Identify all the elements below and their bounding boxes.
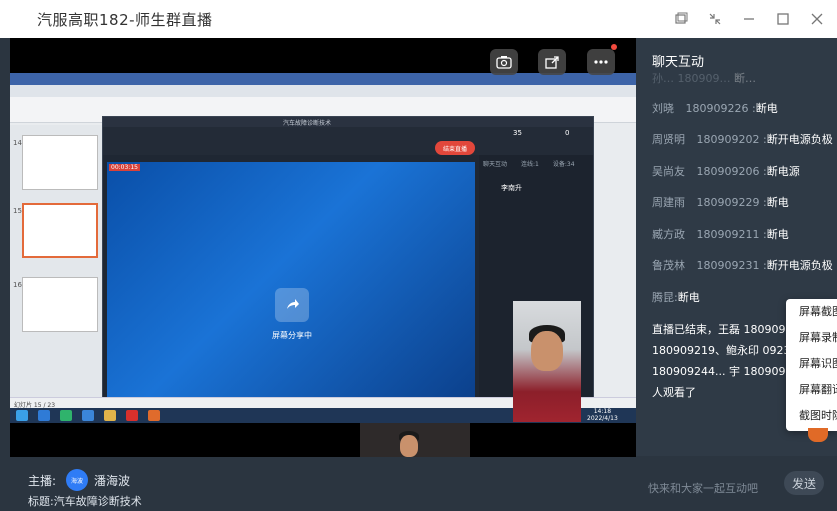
chat-sender-id: 180909202 — [696, 133, 760, 146]
slides-pane: 14 15 16 — [10, 125, 102, 397]
window-controls — [673, 0, 825, 38]
inner-tab: 连线:1 — [521, 161, 539, 168]
host-info: 主播: 海波 潘海波 — [28, 469, 130, 491]
slide-number: 14 — [13, 139, 22, 147]
slide-number: 15 — [13, 207, 22, 215]
chat-message: 周贤明 180909202 :断开电源负极 — [652, 133, 833, 146]
chat-message: 刘晓 180909226 :断电 — [652, 102, 778, 115]
more-icon[interactable] — [587, 49, 615, 75]
chat-sender: 周贤明 — [652, 133, 685, 146]
taskbar-time: 14:18 — [593, 408, 612, 415]
chat-message: 臧方政 180909211 :断电 — [652, 228, 789, 241]
menu-item-hide-on-capture[interactable]: 截图时隐藏 — [786, 403, 837, 429]
chat-sender: 鲁茂林 — [652, 259, 685, 272]
avatar[interactable]: 海波 — [66, 469, 89, 491]
person-face — [531, 331, 563, 371]
inner-tab: 聊天互动 — [483, 161, 508, 168]
wps-icon — [126, 410, 138, 421]
minimize-icon[interactable] — [741, 11, 757, 27]
chat-text: 断电 — [766, 228, 789, 241]
taskbar-clock: 14:18 2022/4/13 — [587, 408, 618, 422]
chat-input[interactable]: 快来和大家一起互动吧 — [648, 480, 758, 496]
chat-message: 吴尚友 180909206 :断电源 — [652, 165, 800, 178]
live-tool-titlebar: 汽车故障诊断技术 — [103, 117, 593, 127]
inner-end-live-label: 结束直播 — [442, 145, 467, 153]
office-tabs — [10, 85, 636, 97]
chat-text: 断电 — [677, 291, 700, 304]
live-timer: 00:03:15 — [109, 164, 140, 171]
chat-title: 聊天互动 — [652, 55, 705, 70]
menu-item-screen-translate[interactable]: 屏幕翻译 — [786, 377, 837, 403]
chat-sender: 臧方政 — [652, 228, 685, 241]
app-icon — [82, 410, 94, 421]
close-icon[interactable] — [809, 11, 825, 27]
inner-tabs: 聊天互动 连线:1 设备:34 — [483, 159, 575, 168]
share-label: 屏幕分享中 — [272, 331, 312, 340]
menu-handle-icon[interactable] — [808, 428, 828, 442]
host-name: 潘海波 — [94, 473, 131, 488]
windows-start-icon — [16, 410, 28, 421]
inner-stat: 0 — [565, 129, 570, 137]
chat-message: 腾昆:断电 — [652, 291, 700, 304]
restore-window-icon[interactable] — [673, 11, 689, 27]
inner-end-live-button: 结束直播 — [435, 141, 475, 155]
share-indicator: 屏幕分享中 — [272, 288, 312, 341]
menu-item-screen-record[interactable]: 屏幕录制 — [786, 325, 837, 351]
maximize-icon[interactable] — [775, 11, 791, 27]
folder-icon — [104, 410, 116, 421]
chat-sender-id: 180909206 — [696, 165, 760, 178]
screen-share-icon — [275, 288, 309, 322]
chat-text: 断开电源负极 — [766, 259, 833, 272]
chat-sender-id: 180909229 — [696, 196, 760, 209]
inner-tab: 设备:34 — [552, 161, 575, 168]
chat-panel: 聊天互动 孙… 180909… 断… 刘晓 180909226 :断电 周贤明 … — [636, 38, 837, 511]
menu-item-screen-recognize[interactable]: 屏幕识图 — [786, 351, 837, 377]
screenshot-context-menu: 屏幕截图 屏幕录制 屏幕识图 屏幕翻译 截图时隐藏 — [786, 299, 837, 431]
chat-text: 断电源 — [766, 165, 800, 178]
slide-thumbnail — [22, 277, 98, 332]
live-toolbar: 结束直播 35 0 — [103, 127, 593, 155]
slide-thumbnail-selected — [22, 203, 98, 258]
app-icon — [148, 410, 160, 421]
send-button[interactable]: 发送 — [784, 471, 824, 495]
chat-message: 鲁茂林 180909231 :断开电源负极 — [652, 259, 833, 272]
chat-sender: 周建雨 — [652, 196, 685, 209]
chat-sender: 刘晓 — [652, 102, 674, 115]
chat-text: 断电 — [755, 102, 778, 115]
screen-share-preview: 00:03:15 屏幕分享中 — [107, 162, 475, 457]
title-bar: 汽服高职182-师生群直播 — [0, 0, 837, 38]
live-info-footer: 主播: 海波 潘海波 标题:汽车故障诊断技术 — [10, 457, 636, 511]
chat-sender-id: 180909226 — [685, 102, 749, 115]
inner-user-name: 李南升 — [501, 184, 522, 192]
chat-text: 断开电源负极 — [766, 133, 833, 146]
presenter-camera-feed — [513, 301, 581, 422]
menu-item-screenshot[interactable]: 屏幕截图 — [786, 299, 837, 325]
chat-message-partial: 孙… 180909… 断… — [652, 72, 756, 85]
window-title: 汽服高职182-师生群直播 — [37, 10, 213, 29]
topic-title: 汽车故障诊断技术 — [53, 495, 142, 508]
chat-message: 周建雨 180909229 :断电 — [652, 196, 789, 209]
live-video[interactable]: 14 15 16 汽车故障诊断技术 结束直播 35 0 00:03:15 屏幕分… — [10, 38, 636, 457]
live-tool-title: 汽车故障诊断技术 — [283, 120, 332, 127]
browser-icon — [38, 410, 50, 421]
chat-sender: 吴尚友 — [652, 165, 685, 178]
chat-text: 断电 — [766, 196, 789, 209]
taskbar-date: 2022/4/13 — [587, 415, 618, 422]
slide-thumbnail — [22, 135, 98, 190]
topic-info: 标题:汽车故障诊断技术 — [28, 493, 142, 509]
host-prefix: 主播: — [28, 473, 57, 488]
slide-number: 16 — [13, 281, 22, 289]
chat-sender-id: 180909211 — [696, 228, 760, 241]
shrink-icon[interactable] — [707, 11, 723, 27]
share-icon[interactable] — [538, 49, 566, 75]
person-face — [400, 435, 418, 457]
notification-dot — [611, 44, 617, 50]
chat-sender-id: 180909231 — [696, 259, 760, 272]
inner-stat: 35 — [513, 129, 522, 137]
topic-prefix: 标题: — [28, 495, 54, 508]
app-icon — [60, 410, 72, 421]
camera-switch-icon[interactable] — [490, 49, 518, 75]
chat-sender: 腾昆 — [652, 291, 674, 304]
